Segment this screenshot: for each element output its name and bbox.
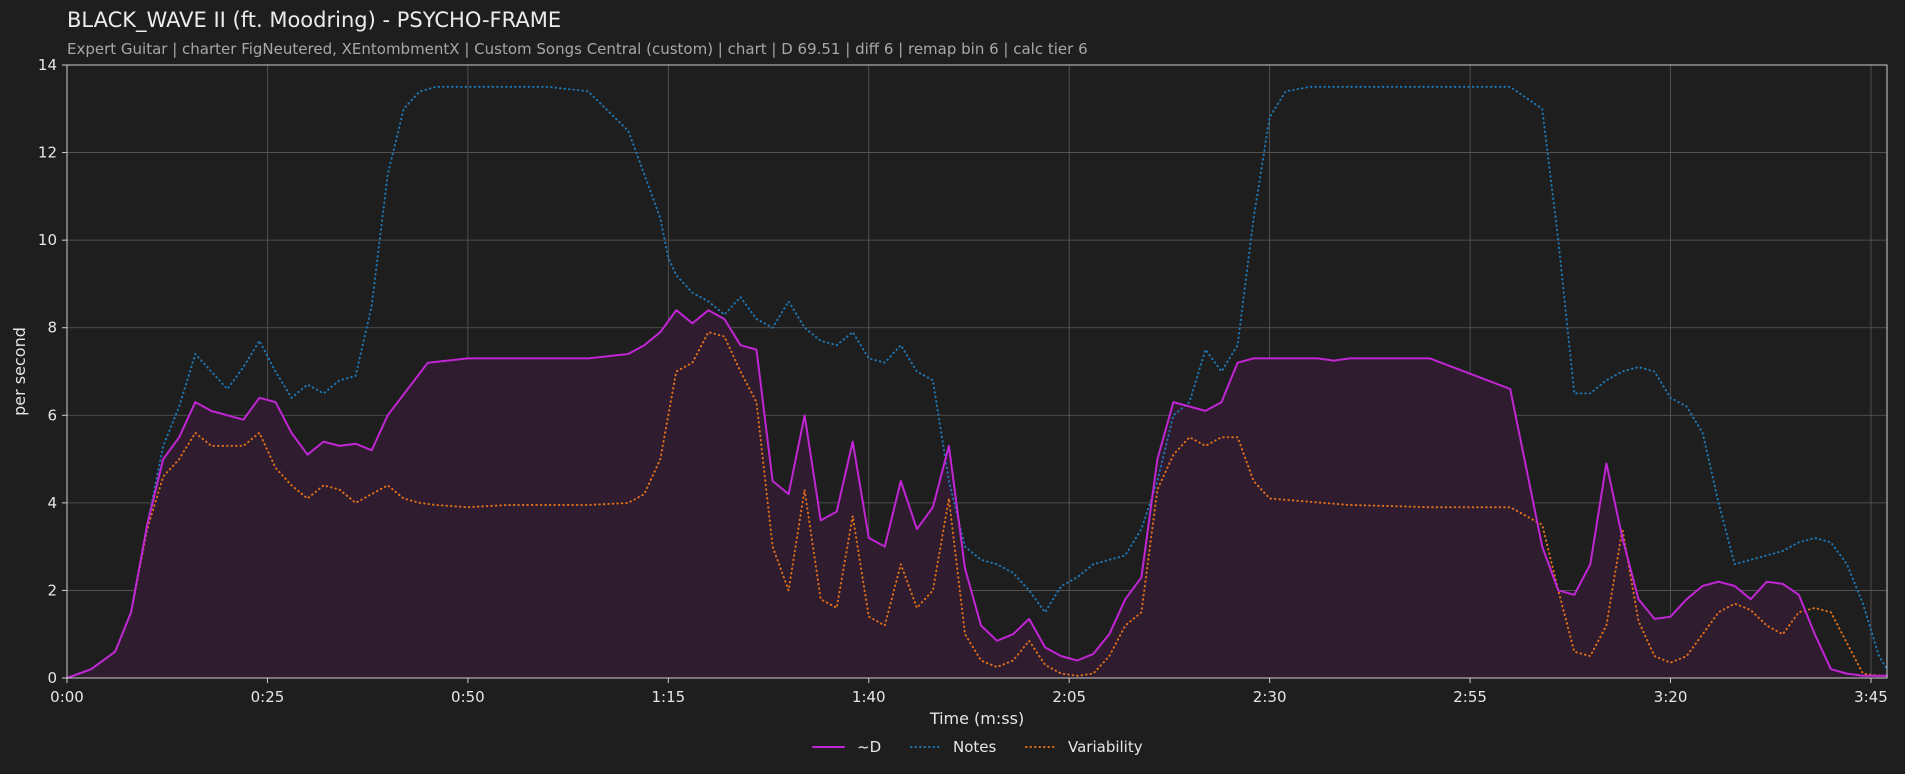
chart-svg: 0:00 0:25 0:50 1:15 1:40 2:05 2:30 2:55 3:20 3:45… [10, 56, 1888, 756]
y-tick-label: 4 [47, 494, 57, 512]
y-tick-label: 14 [38, 56, 57, 74]
x-tick-label: 3:20 [1654, 688, 1688, 706]
x-tick-label: 0:00 [50, 688, 84, 706]
y-tick-label: 0 [47, 669, 57, 687]
x-tick-label: 1:15 [651, 688, 685, 706]
x-tick-label: 2:55 [1453, 688, 1487, 706]
x-tick-label: 0:50 [451, 688, 485, 706]
x-tick-label: 2:30 [1253, 688, 1287, 706]
y-tick-label: 10 [38, 231, 57, 249]
x-axis-label: Time (m:ss) [929, 709, 1024, 728]
y-tick-label: 8 [47, 319, 57, 337]
y-tick-label: 6 [47, 406, 57, 424]
y-tick-label: 2 [47, 581, 57, 599]
x-tick-label: 2:05 [1052, 688, 1086, 706]
y-tick-label: 12 [38, 144, 57, 162]
x-tick-label: 0:25 [251, 688, 285, 706]
y-axis-label: per second [10, 327, 29, 416]
legend-label-d: ~D [857, 738, 881, 756]
x-tick-label: 3:45 [1854, 688, 1888, 706]
legend: ~D Notes Variability [812, 738, 1143, 756]
legend-label-notes: Notes [953, 738, 997, 756]
x-tick-label: 1:40 [852, 688, 886, 706]
legend-label-variability: Variability [1068, 738, 1143, 756]
